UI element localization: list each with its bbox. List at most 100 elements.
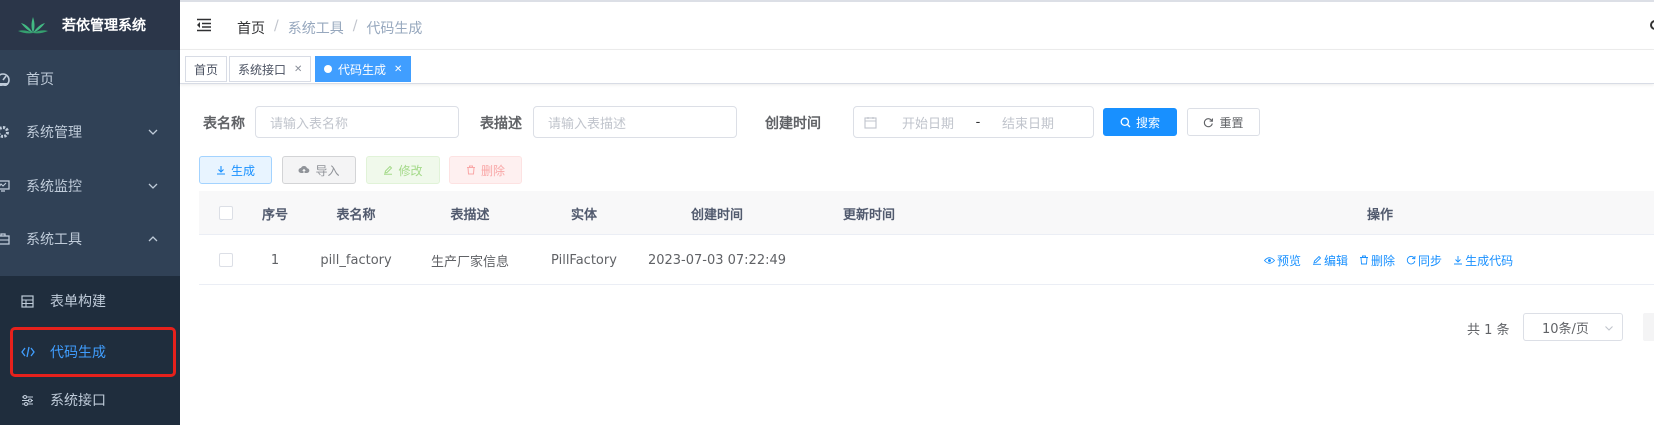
toolbox-icon [0,232,12,246]
trash-icon [466,165,476,175]
dashboard-icon [0,72,12,86]
sidebar-item-label: 首页 [26,72,54,88]
logo-area[interactable]: 若依管理系统 [0,0,180,50]
edit-icon [383,165,393,175]
logo-icon [18,17,48,34]
edit-link[interactable]: 编辑 [1312,252,1348,269]
sidebar-subitem-label: 系统接口 [50,393,106,409]
search-icon [1120,117,1131,128]
table-name-input[interactable]: 请输入表名称 [255,106,459,138]
action-label: 生成代码 [1465,253,1514,268]
generate-code-link[interactable]: 生成代码 [1453,252,1513,269]
sidebar: 若依管理系统 首页 系统管理 系统监控 系统工具 表单构建 代码生成 系统接口 [0,0,180,425]
refresh-icon [1406,255,1416,265]
cell-update-time [793,235,945,285]
chevron-up-icon [148,236,158,242]
delete-link[interactable]: 删除 [1359,252,1395,269]
button-label: 删除 [480,163,505,178]
preview-link[interactable]: 预览 [1264,252,1301,269]
edit-button[interactable]: 修改 [366,156,440,184]
reset-button[interactable]: 重置 [1187,108,1260,136]
pagination-prev-button[interactable] [1643,313,1654,341]
chevron-down-icon [148,183,158,189]
action-label: 删除 [1371,253,1396,268]
search-button[interactable]: 搜索 [1103,108,1177,136]
breadcrumb: 首页 / 系统工具 / 代码生成 [237,18,422,38]
breadcrumb-separator: / [274,18,279,34]
edit-icon [1313,255,1322,265]
column-header-actions: 操作 [1366,207,1393,223]
create-time-label: 创建时间 [765,116,821,132]
table-row: 1 pill_factory 生产厂家信息 PillFactory 2023-0… [199,235,1654,285]
action-label: 同步 [1418,253,1443,268]
table-desc-label: 表描述 [480,116,522,132]
sidebar-subitem-form-builder[interactable]: 表单构建 [0,276,180,326]
sidebar-subitem-system-api[interactable]: 系统接口 [0,375,180,425]
close-icon[interactable]: ✕ [394,64,402,75]
table-name-label: 表名称 [203,116,245,132]
range-separator: - [975,114,981,130]
annotation-highlight-box [10,327,176,377]
date-range-picker[interactable]: 开始日期 - 结束日期 [853,106,1094,138]
cell-index: 1 [270,252,280,268]
download-icon [1454,256,1463,265]
row-checkbox[interactable] [218,253,233,267]
generate-button[interactable]: 生成 [199,156,272,184]
sliders-icon [21,394,35,407]
download-icon [216,165,226,175]
column-header-table-name: 表名称 [336,207,376,223]
start-date-input[interactable]: 开始日期 [893,113,963,132]
sidebar-item-system-monitor[interactable]: 系统监控 [0,158,180,214]
delete-button[interactable]: 删除 [449,156,522,184]
breadcrumb-item-current: 代码生成 [366,21,423,37]
import-button[interactable]: 导入 [282,156,356,184]
sidebar-item-system-tools[interactable]: 系统工具 [0,211,180,267]
select-all-cell [199,191,252,235]
button-label: 生成 [230,163,255,178]
menu-toggle-icon[interactable] [196,18,212,32]
navbar-edge-icon [1650,20,1654,30]
app-title: 若依管理系统 [62,18,146,34]
column-header-update-time: 更新时间 [842,207,895,223]
column-header-index: 序号 [261,207,288,223]
pagination-total: 共 1 条 [1467,323,1510,338]
tag-code-gen[interactable]: 代码生成 ✕ [315,56,412,82]
calendar-icon [864,116,877,129]
sync-link[interactable]: 同步 [1406,252,1442,269]
trash-icon [1360,255,1369,265]
tag-system-api[interactable]: 系统接口 ✕ [229,56,312,82]
main-content: 首页 / 系统工具 / 代码生成 首页 系统接口 ✕ 代码生成 ✕ 表名称 请输… [180,0,1654,425]
row-select-cell [199,235,252,285]
sidebar-item-label: 系统管理 [26,125,82,141]
sidebar-subitem-label: 表单构建 [50,294,106,310]
end-date-input[interactable]: 结束日期 [993,113,1063,132]
table-header: 序号 表名称 表描述 实体 创建时间 更新时间 操作 [199,191,1654,235]
sidebar-item-label: 系统工具 [26,232,82,248]
tags-view: 首页 系统接口 ✕ 代码生成 ✕ [180,50,1654,84]
column-header-entity: 实体 [570,207,597,223]
breadcrumb-item-home[interactable]: 首页 [237,18,265,38]
cell-table-desc: 生产厂家信息 [430,254,509,270]
button-label: 重置 [1219,115,1244,130]
breadcrumb-item-tools: 系统工具 [287,21,344,37]
sidebar-item-system-management[interactable]: 系统管理 [0,104,180,160]
gear-icon [0,125,12,139]
navbar: 首页 / 系统工具 / 代码生成 [180,0,1654,50]
action-label: 编辑 [1324,253,1349,268]
refresh-icon [1203,117,1214,128]
select-all-checkbox[interactable] [218,206,233,220]
close-icon[interactable]: ✕ [294,64,302,75]
active-dot-icon [324,65,332,73]
tag-label: 首页 [194,62,219,77]
table-desc-input[interactable]: 请输入表描述 [533,106,737,138]
page-size-select[interactable]: 10条/页 [1523,313,1623,341]
row-actions: 预览 编辑 删除 同步 生成代码 [1264,235,1524,285]
cell-entity: PillFactory [551,252,617,268]
sidebar-item-label: 系统监控 [26,179,82,195]
tag-home[interactable]: 首页 [185,56,228,82]
chevron-down-icon [1605,326,1613,331]
sidebar-item-home[interactable]: 首页 [0,51,180,107]
cell-create-time: 2023-07-03 07:22:49 [647,252,787,268]
cloud-upload-icon [298,165,310,175]
tag-label: 系统接口 [238,62,287,77]
